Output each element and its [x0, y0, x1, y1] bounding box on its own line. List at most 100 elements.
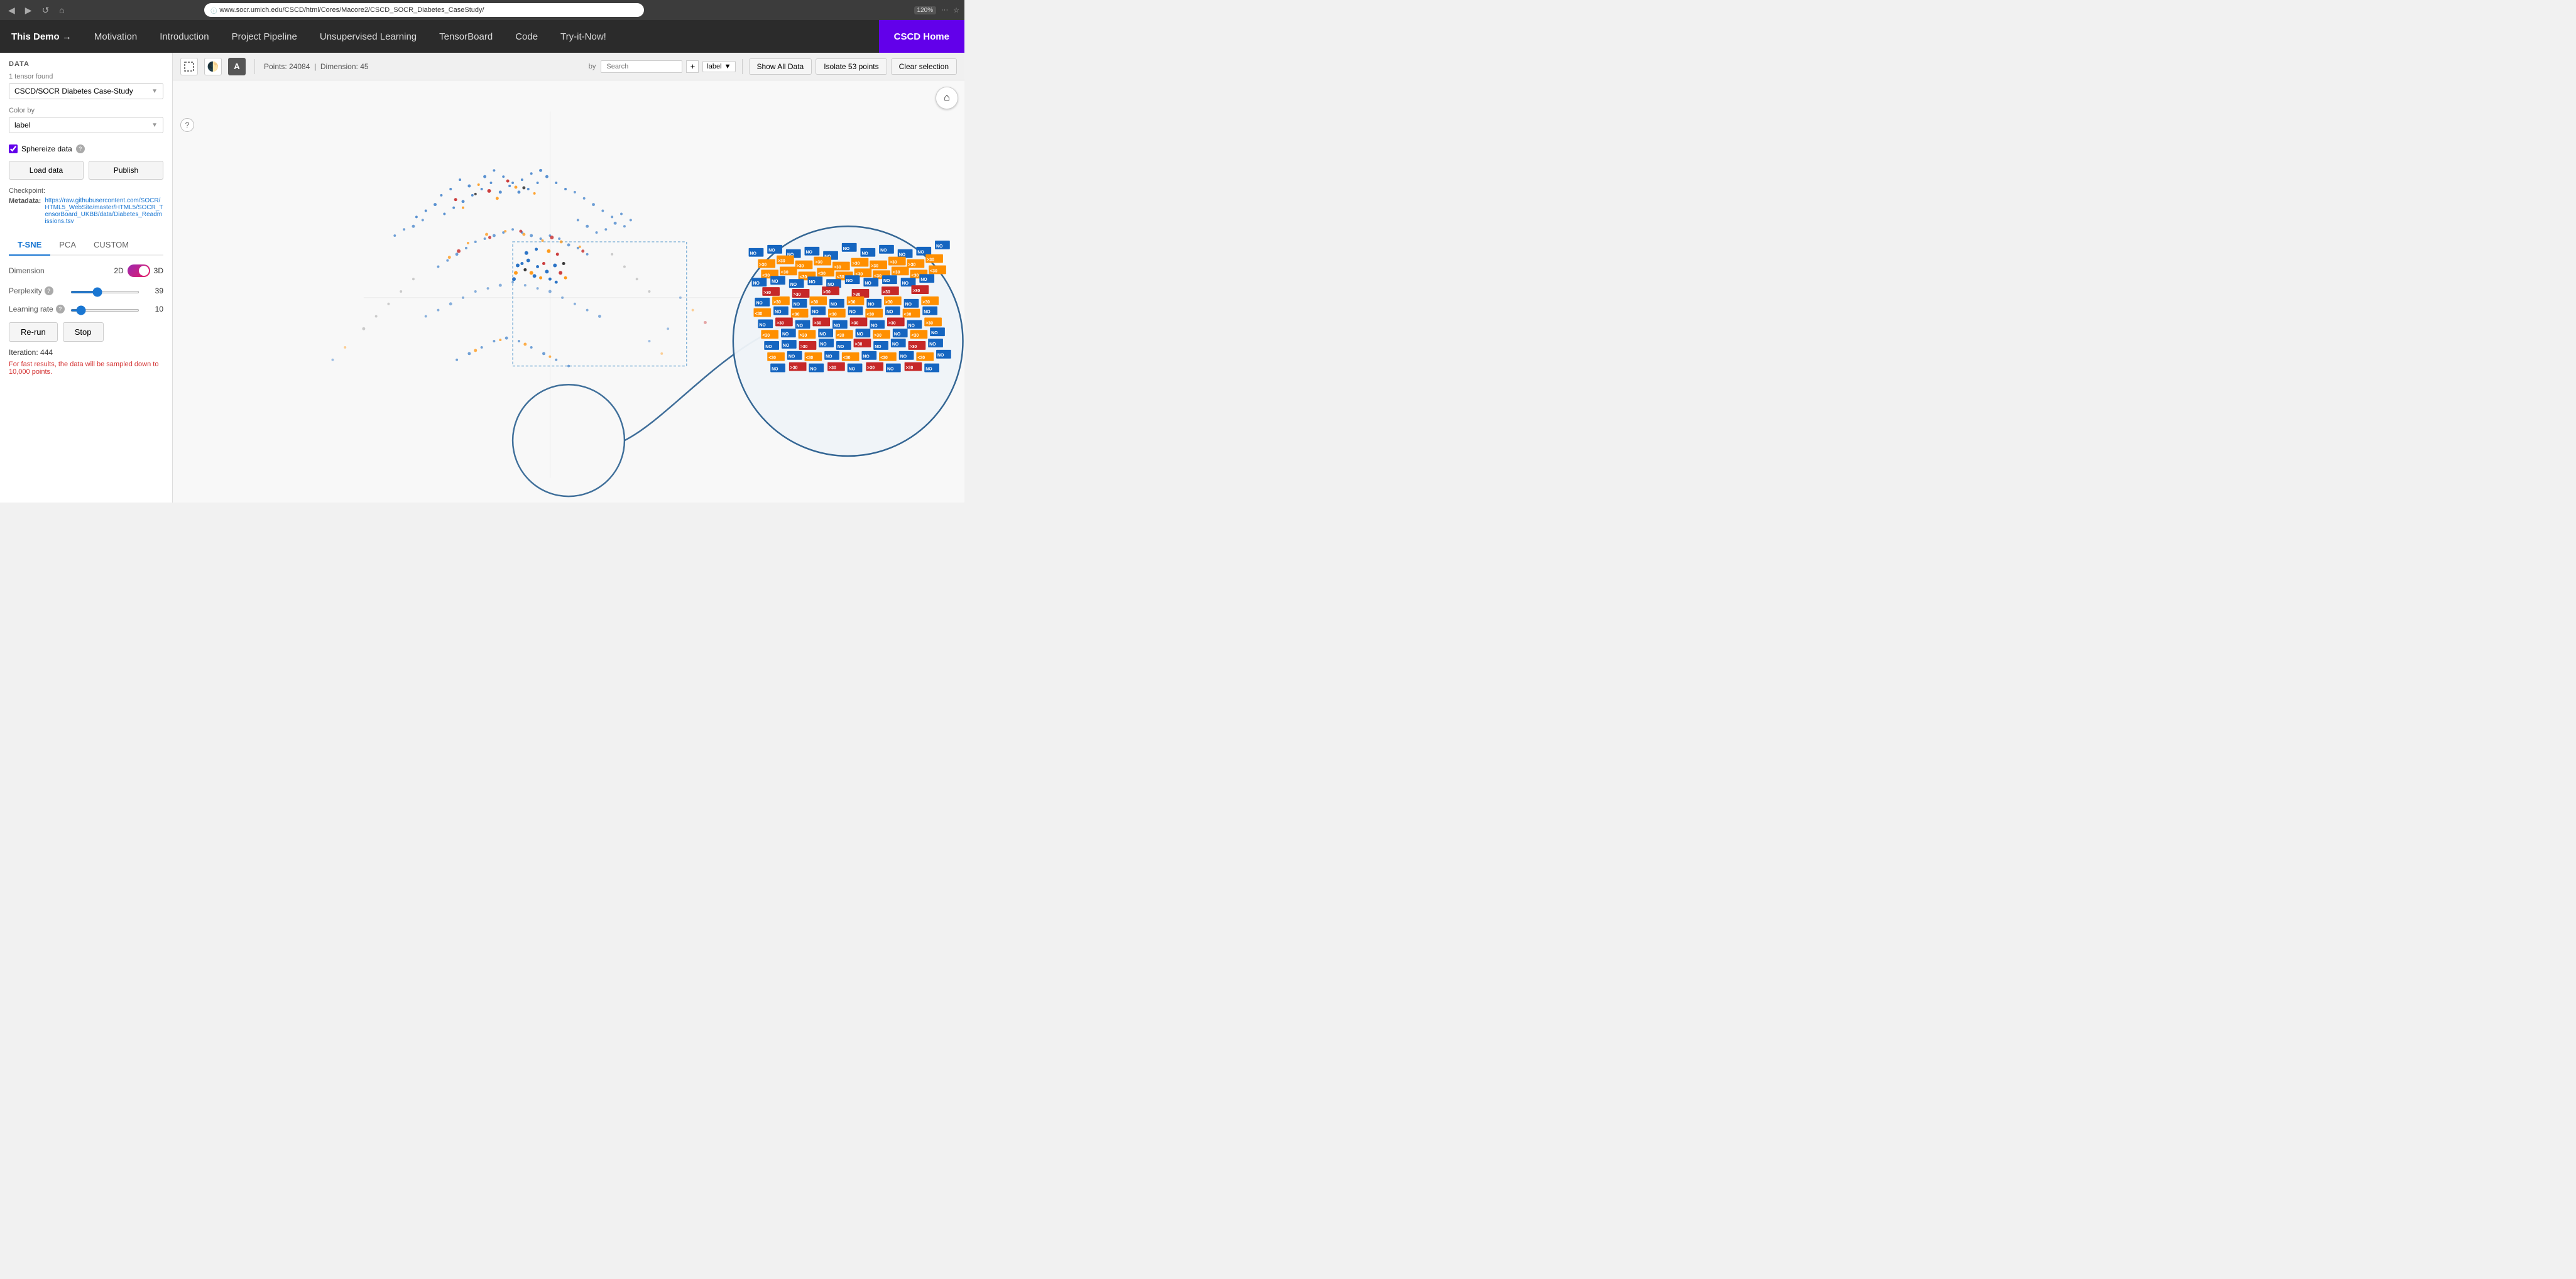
- svg-text:NO: NO: [838, 345, 844, 349]
- clear-selection-button[interactable]: Clear selection: [891, 58, 957, 75]
- search-input[interactable]: [601, 60, 682, 73]
- selection-rect-icon[interactable]: [180, 58, 198, 75]
- bookmark-icon[interactable]: ☆: [953, 6, 959, 14]
- publish-button[interactable]: Publish: [89, 161, 163, 180]
- font-a-btn[interactable]: A: [228, 58, 246, 75]
- tab-tsne[interactable]: T-SNE: [9, 235, 50, 256]
- svg-text:>30: >30: [800, 334, 807, 338]
- svg-text:<30: <30: [762, 334, 770, 338]
- nav-this-demo[interactable]: This Demo →: [0, 20, 83, 53]
- svg-text:>30: >30: [810, 300, 818, 305]
- svg-text:NO: NO: [783, 344, 790, 348]
- svg-text:NO: NO: [789, 355, 795, 359]
- moon-icon-btn[interactable]: 🌓: [204, 58, 222, 75]
- svg-text:<30: <30: [762, 273, 770, 278]
- perplexity-label: Perplexity ?: [9, 286, 65, 295]
- home-viz-button[interactable]: ⌂: [936, 87, 958, 109]
- svg-text:>30: >30: [888, 321, 896, 325]
- tab-custom[interactable]: CUSTOM: [85, 235, 138, 256]
- address-bar[interactable]: ⓘ www.socr.umich.edu/CSCD/html/Cores/Mac…: [204, 3, 644, 17]
- sphereize-help-icon[interactable]: ?: [76, 144, 85, 153]
- svg-text:>30: >30: [867, 366, 875, 371]
- learning-rate-slider-container: [70, 304, 139, 313]
- refresh-button[interactable]: ↺: [39, 4, 53, 17]
- dataset-dropdown[interactable]: CSCD/SOCR Diabetes Case-Study ▼: [9, 83, 163, 99]
- nav-unsupervised-learning[interactable]: Unsupervised Learning: [308, 20, 428, 53]
- svg-text:>30: >30: [855, 342, 863, 347]
- metadata-link[interactable]: https://raw.githubusercontent.com/SOCR/H…: [45, 197, 163, 225]
- learning-rate-slider[interactable]: [70, 309, 139, 312]
- svg-text:>30: >30: [829, 366, 836, 371]
- svg-text:NO: NO: [857, 332, 864, 337]
- svg-text:>30: >30: [910, 345, 917, 349]
- top-toolbar: 🌓 A Points: 24084 | Dimension: 45 by + l…: [173, 53, 964, 80]
- svg-text:NO: NO: [871, 324, 878, 328]
- cscd-home-button[interactable]: CSCD Home: [879, 20, 964, 53]
- svg-text:NO: NO: [920, 278, 927, 282]
- viz-area[interactable]: NO NO NO NO NO NO NO NO NO: [173, 80, 964, 503]
- svg-text:>30: >30: [848, 300, 856, 305]
- color-by-arrow: ▼: [151, 122, 158, 129]
- nav-motivation[interactable]: Motivation: [83, 20, 148, 53]
- svg-text:NO: NO: [849, 367, 856, 372]
- main-content: 🌓 A Points: 24084 | Dimension: 45 by + l…: [173, 53, 964, 503]
- dim-3d-label: 3D: [154, 266, 163, 275]
- nav-code[interactable]: Code: [504, 20, 549, 53]
- rerun-button[interactable]: Re-run: [9, 322, 58, 342]
- nav-introduction[interactable]: Introduction: [148, 20, 220, 53]
- home-nav-button[interactable]: ⌂: [56, 4, 67, 16]
- search-add-button[interactable]: +: [686, 60, 699, 73]
- browser-chrome: ◀ ▶ ↺ ⌂ ⓘ www.socr.umich.edu/CSCD/html/C…: [0, 0, 964, 20]
- nav-tensorboard[interactable]: TensorBoard: [428, 20, 504, 53]
- svg-text:NO: NO: [819, 332, 826, 337]
- svg-text:>30: >30: [906, 366, 914, 371]
- svg-text:NO: NO: [887, 367, 894, 372]
- svg-text:>30: >30: [777, 321, 784, 325]
- sphereize-row: Sphereize data ?: [9, 144, 163, 153]
- dim-2d-label: 2D: [114, 266, 123, 275]
- color-by-dropdown[interactable]: label ▼: [9, 117, 163, 133]
- svg-text:NO: NO: [782, 332, 789, 337]
- load-data-button[interactable]: Load data: [9, 161, 84, 180]
- svg-text:NO: NO: [875, 345, 881, 349]
- svg-text:NO: NO: [936, 244, 943, 249]
- perplexity-help-icon[interactable]: ?: [45, 286, 53, 295]
- svg-text:<30: <30: [781, 270, 789, 275]
- svg-text:NO: NO: [905, 303, 912, 307]
- svg-text:<30: <30: [768, 356, 776, 361]
- more-btn[interactable]: ···: [941, 6, 948, 14]
- svg-text:>30: >30: [883, 290, 890, 295]
- svg-text:<30: <30: [843, 356, 851, 361]
- isolate-points-button[interactable]: Isolate 53 points: [816, 58, 887, 75]
- svg-text:NO: NO: [909, 324, 915, 328]
- show-all-data-button[interactable]: Show All Data: [749, 58, 812, 75]
- svg-text:>30: >30: [890, 261, 897, 265]
- tab-pca[interactable]: PCA: [50, 235, 85, 256]
- back-button[interactable]: ◀: [5, 4, 18, 17]
- svg-text:>30: >30: [912, 289, 920, 293]
- scatter-plot[interactable]: NO NO NO NO NO NO NO NO NO: [173, 80, 964, 503]
- svg-text:>30: >30: [759, 263, 767, 267]
- forward-button[interactable]: ▶: [22, 4, 35, 17]
- learning-rate-row: Learning rate ? 10: [9, 304, 163, 313]
- nav-project-pipeline[interactable]: Project Pipeline: [221, 20, 308, 53]
- svg-text:NO: NO: [809, 280, 816, 285]
- svg-text:NO: NO: [868, 303, 875, 307]
- svg-text:>30: >30: [797, 264, 804, 268]
- viz-help-button[interactable]: ?: [180, 118, 194, 132]
- perplexity-slider[interactable]: [70, 291, 139, 293]
- svg-text:NO: NO: [831, 303, 838, 307]
- search-by-dropdown[interactable]: label ▼: [702, 61, 735, 72]
- nav-try-it-now[interactable]: Try-it-Now!: [549, 20, 618, 53]
- stop-button[interactable]: Stop: [63, 322, 104, 342]
- learning-rate-help-icon[interactable]: ?: [56, 305, 65, 313]
- svg-text:<30: <30: [880, 356, 888, 361]
- sphereize-checkbox[interactable]: [9, 144, 18, 153]
- svg-text:NO: NO: [892, 342, 899, 347]
- svg-text:NO: NO: [797, 324, 804, 328]
- svg-text:<30: <30: [866, 313, 874, 317]
- dataset-dropdown-arrow: ▼: [151, 88, 158, 95]
- dimension-toggle[interactable]: [128, 264, 150, 277]
- tensor-found-label: 1 tensor found: [9, 73, 163, 80]
- svg-text:NO: NO: [753, 281, 760, 286]
